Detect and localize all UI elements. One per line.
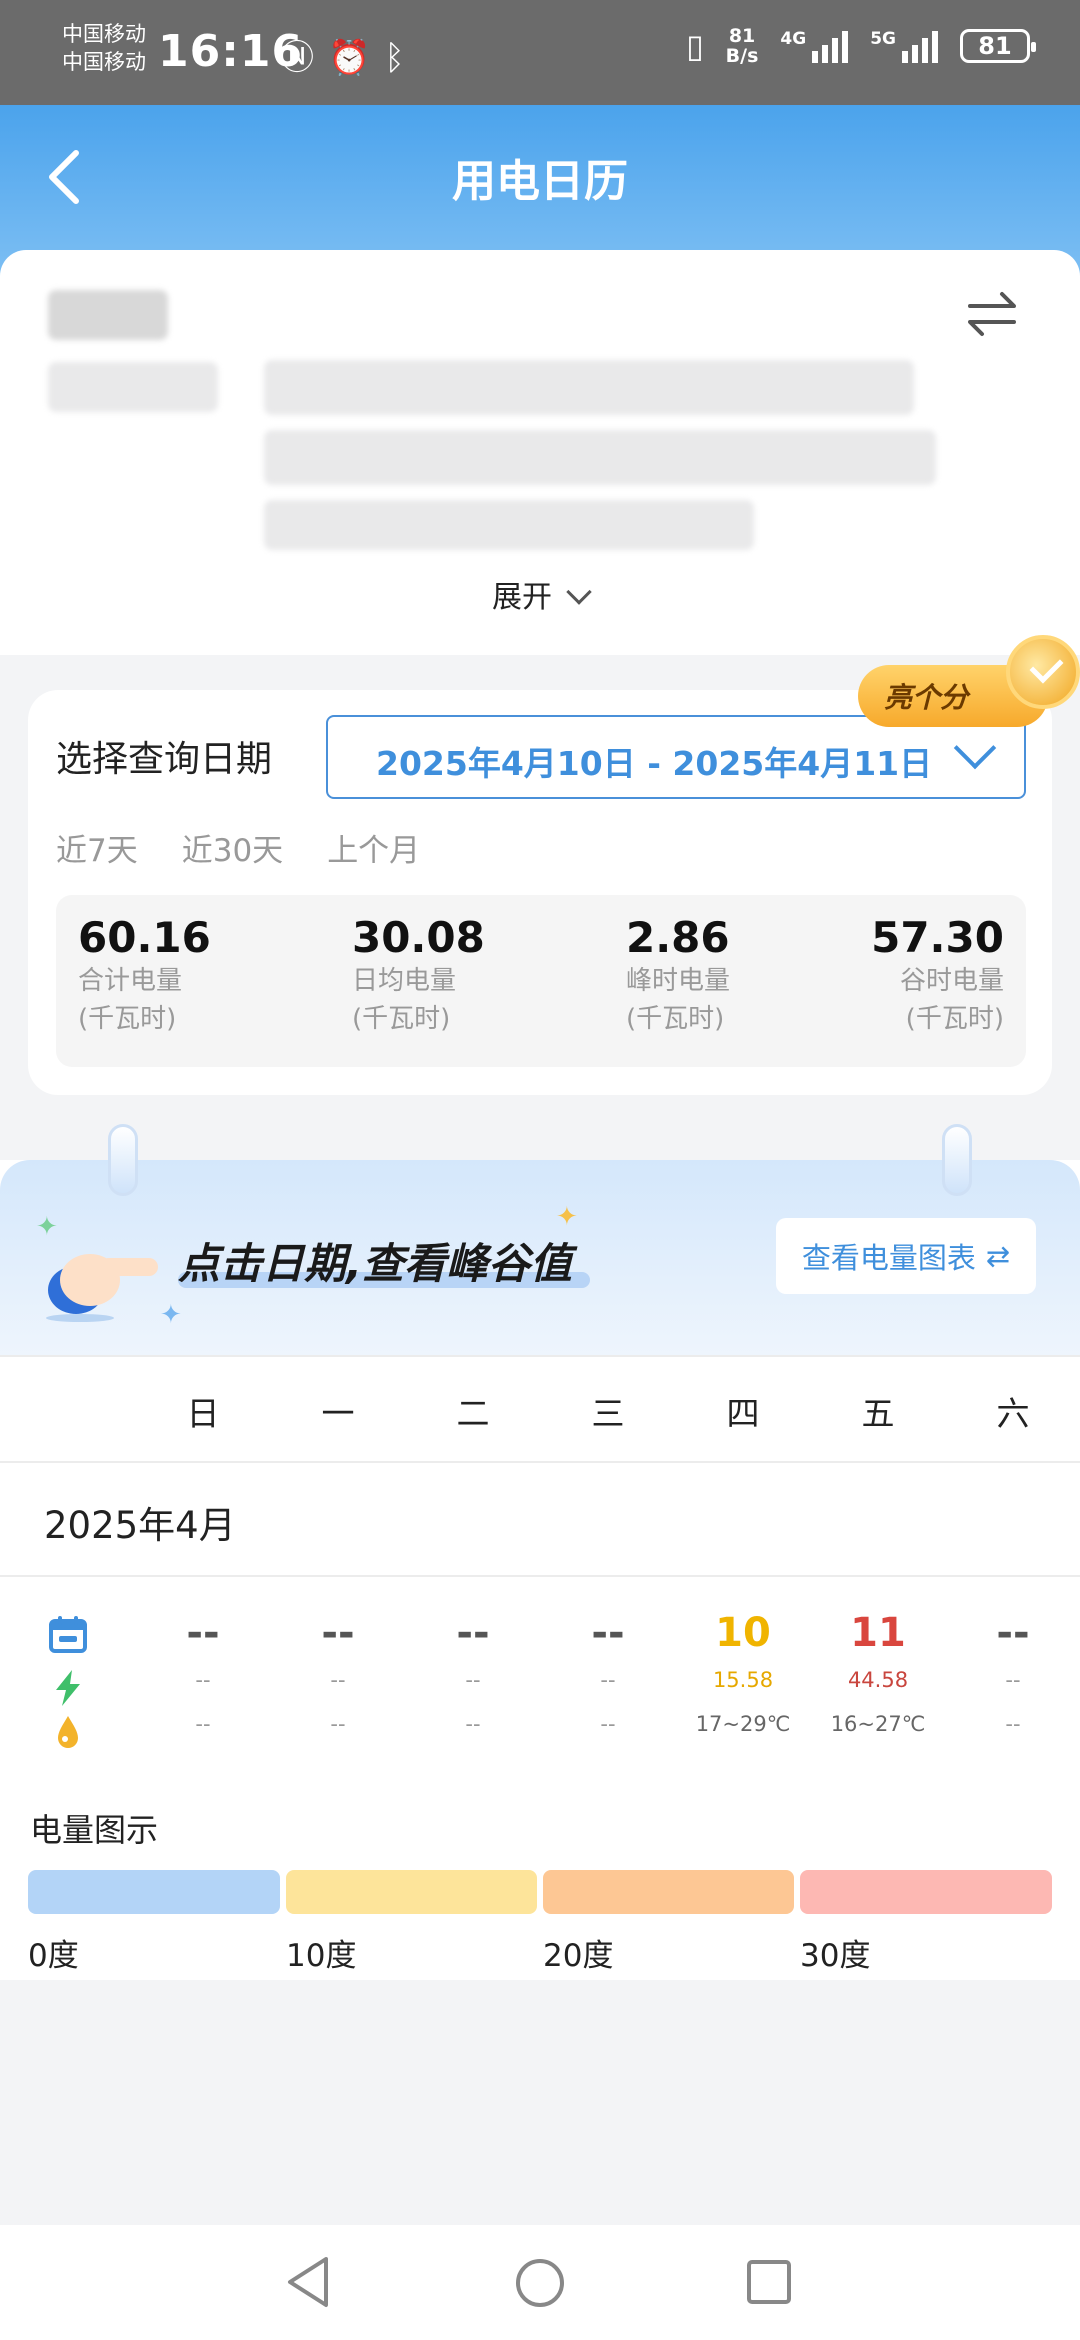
day-number: --: [186, 1610, 220, 1656]
legend-bar-30: [800, 1870, 1052, 1914]
net-speed: 81 B/s: [725, 25, 759, 67]
signal-1-icon: 4G: [780, 29, 849, 63]
quick-range-7d[interactable]: 近7天: [56, 825, 138, 870]
nfc-icon: Ⓝ: [280, 38, 328, 78]
refresh-icon: ⇄: [985, 1239, 1011, 1273]
day-number: 11: [850, 1610, 906, 1656]
binder-ring: [108, 1124, 138, 1196]
bluetooth-icon: ᛒ: [384, 38, 419, 78]
promo-text: 点击日期,查看峰谷值: [178, 1239, 572, 1288]
expand-button[interactable]: 展开: [0, 572, 1080, 616]
legend-bar-20: [543, 1870, 794, 1914]
system-nav-bar: [0, 2225, 1080, 2340]
sparkle-icon: ✦: [556, 1202, 578, 1232]
legend-label-20: 20度: [543, 1938, 614, 1974]
weekday-thu: 四: [726, 1394, 760, 1433]
day-temp: --: [465, 1712, 481, 1736]
redacted-line-1: [264, 360, 914, 415]
view-chart-button[interactable]: 查看电量图表 ⇄: [776, 1218, 1036, 1294]
tap-hand-icon: [46, 1254, 158, 1322]
sparkle-icon: ✦: [160, 1300, 182, 1330]
legend-label-0: 0度: [28, 1938, 79, 1974]
weekday-fri: 五: [861, 1394, 895, 1433]
redacted-name: [48, 290, 168, 340]
day-number: --: [996, 1610, 1030, 1656]
day-temp: --: [330, 1712, 346, 1736]
day-kwh: --: [330, 1668, 346, 1692]
signal-2-icon: 5G: [870, 29, 938, 63]
day-number: --: [321, 1610, 355, 1656]
weekday-sun: 日: [186, 1394, 220, 1433]
carrier-labels: 中国移动 中国移动: [62, 20, 146, 76]
weekday-wed: 三: [591, 1394, 625, 1433]
chevron-down-icon: [566, 579, 592, 605]
stat-total: 60.16 合计电量 (千瓦时): [78, 913, 211, 1034]
legend-label-30: 30度: [800, 1938, 871, 1974]
expand-label: 展开: [492, 580, 552, 615]
temperature-drop-icon: [58, 1716, 78, 1748]
day-kwh: 44.58: [847, 1668, 909, 1692]
quick-range-options: 近7天 近30天 上个月: [56, 825, 420, 870]
redacted-line-2: [264, 430, 936, 485]
account-card: 展开: [0, 250, 1080, 655]
alarm-icon: ⏰: [328, 38, 385, 78]
status-icons: Ⓝ⏰ᛒ: [280, 30, 419, 79]
weekday-header: 日 一 二 三 四 五 六: [0, 1355, 1080, 1463]
day-kwh: 15.58: [712, 1668, 774, 1692]
weekday-tue: 二: [456, 1394, 490, 1433]
legend-title: 电量图示: [30, 1811, 159, 1849]
view-chart-label: 查看电量图表: [801, 1241, 976, 1275]
nav-home-icon[interactable]: [514, 2257, 566, 2309]
stat-daily-average: 30.08 日均电量 (千瓦时): [351, 913, 485, 1034]
carrier-2: 中国移动: [62, 50, 146, 74]
legend-bar-10: [286, 1870, 537, 1914]
query-card: 选择查询日期 2025年4月10日 - 2025年4月11日 近7天 近30天 …: [28, 690, 1052, 1095]
carrier-1: 中国移动: [62, 22, 146, 46]
weekday-mon: 一: [321, 1394, 355, 1433]
score-badge[interactable]: 亮个分: [858, 635, 1080, 735]
day-kwh: --: [1005, 1668, 1021, 1692]
redacted-label: [48, 362, 218, 412]
page-title: 用电日历: [452, 156, 628, 207]
day-number: 10: [715, 1610, 771, 1656]
stat-valley: 57.30 谷时电量 (千瓦时): [871, 913, 1004, 1034]
switch-account-icon[interactable]: [966, 290, 1018, 338]
query-date-label: 选择查询日期: [56, 739, 273, 780]
lightning-icon: [56, 1670, 80, 1706]
medal-icon: [1006, 635, 1080, 709]
day-temp: --: [1005, 1712, 1021, 1736]
day-number: --: [456, 1610, 490, 1656]
day-temp: 16~27℃: [830, 1712, 926, 1736]
quick-range-last-month[interactable]: 上个月: [327, 825, 420, 870]
nav-back-icon[interactable]: [284, 2255, 332, 2309]
legend-label-10: 10度: [286, 1938, 357, 1974]
legend-bar-0: [28, 1870, 280, 1914]
binder-ring: [942, 1124, 972, 1196]
redacted-line-3: [264, 500, 754, 550]
calendar-section: ✦ ✦ ✦ 点击日期,查看峰谷值 查看电量图表 ⇄ 日 一 二 三 四 五 六 …: [0, 1124, 1080, 1980]
month-title: 2025年4月: [44, 1504, 236, 1547]
battery-icon: 81: [960, 29, 1036, 63]
divider: [0, 1575, 1080, 1577]
quick-range-30d[interactable]: 近30天: [182, 825, 283, 870]
day-kwh: --: [195, 1668, 211, 1692]
day-kwh: --: [465, 1668, 481, 1692]
vibrate-icon: ▯: [686, 27, 704, 65]
day-temp: --: [195, 1712, 211, 1736]
date-range-value: 2025年4月10日 - 2025年4月11日: [376, 744, 933, 783]
day-number: --: [591, 1610, 625, 1656]
usage-stats: 60.16 合计电量 (千瓦时) 30.08 日均电量 (千瓦时) 2.86 峰…: [56, 895, 1026, 1067]
nav-recents-icon[interactable]: [746, 2259, 792, 2305]
day-temp: 17~29℃: [695, 1712, 791, 1736]
day-kwh: --: [600, 1668, 616, 1692]
calendar-banner: ✦ ✦ ✦ 点击日期,查看峰谷值 查看电量图表 ⇄: [0, 1124, 1080, 1355]
status-right: ▯ 81 B/s 4G 5G 81: [686, 25, 1036, 67]
day-temp: --: [600, 1712, 616, 1736]
calendar-icon: [49, 1616, 87, 1653]
stat-peak: 2.86 峰时电量 (千瓦时): [625, 913, 730, 1034]
status-bar: 中国移动 中国移动 16:16 Ⓝ⏰ᛒ ▯ 81 B/s 4G 5G 81: [0, 0, 1080, 105]
weekday-sat: 六: [996, 1394, 1030, 1433]
